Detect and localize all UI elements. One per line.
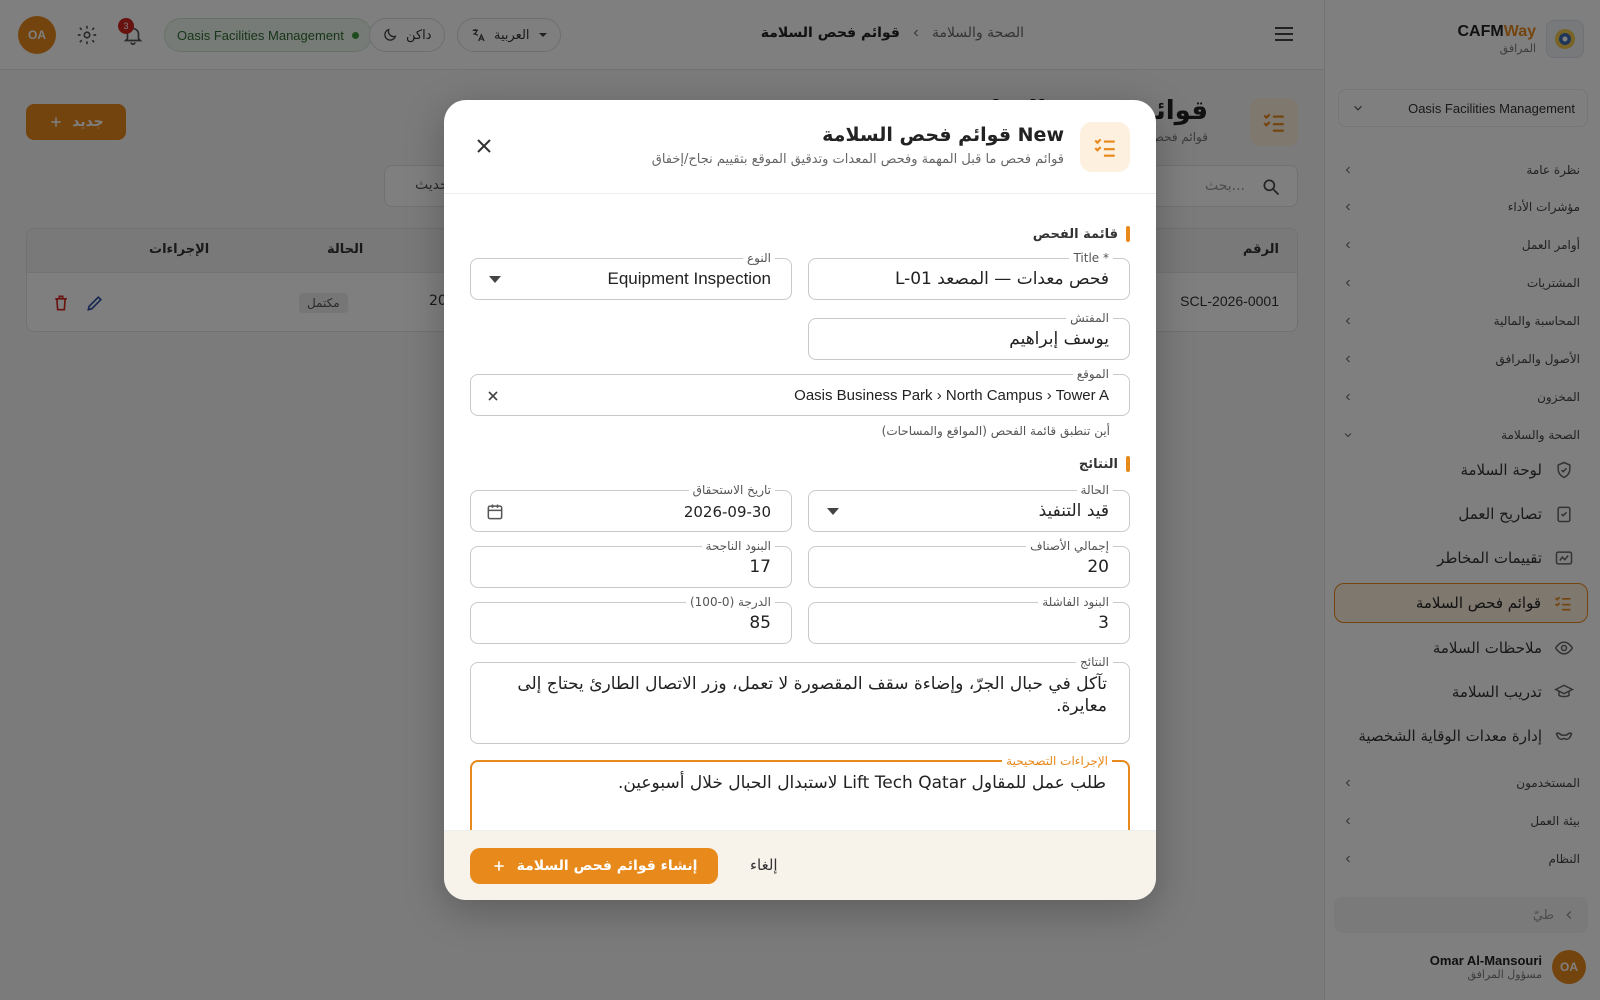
score-field[interactable]: الدرجة (0-100) 85 [470,594,792,644]
dialog-subtitle: قوائم فحص ما قبل المهمة وفحص المعدات وتد… [651,152,1064,167]
cancel-button[interactable]: إلغاء [750,856,778,874]
status-select[interactable]: الحالة قيد التنفيذ [808,482,1130,532]
calendar-icon[interactable] [485,502,505,522]
create-checklist-dialog: New قوائم فحص السلامة قوائم فحص ما قبل ا… [444,100,1156,900]
caret-down-icon [827,508,839,515]
dialog-title: New قوائم فحص السلامة [822,124,1064,146]
dialog-body: قائمة الفحص Title * فحص معدات — المصعد L… [444,194,1156,830]
due-date-field[interactable]: تاريخ الاستحقاق 2026-09-30 [470,482,792,532]
type-select[interactable]: النوع Equipment Inspection [470,250,792,300]
plus-icon [493,861,504,871]
create-checklist-button[interactable]: إنشاء قوائم فحص السلامة [470,848,718,884]
section-results: النتائج [1079,456,1130,472]
title-field[interactable]: Title * فحص معدات — المصعد L-01 [808,250,1130,300]
section-bar [1126,226,1130,242]
findings-textarea[interactable]: النتائج تآكل في حبال الجرّ، وإضاءة سقف ا… [470,654,1130,744]
location-field[interactable]: الموقع Oasis Business Park › North Campu… [470,366,1130,416]
dialog-footer: إنشاء قوائم فحص السلامة إلغاء [444,830,1156,900]
total-items-field[interactable]: إجمالي الأصناف 20 [808,538,1130,588]
dialog-header: New قوائم فحص السلامة قوائم فحص ما قبل ا… [444,100,1156,194]
close-button[interactable] [472,134,496,158]
checklist-icon [1094,138,1115,157]
corrective-actions-textarea[interactable]: الإجراءات التصحيحية طلب عمل للمقاول Lift… [470,753,1130,830]
passed-items-field[interactable]: البنود الناجحة 17 [470,538,792,588]
caret-down-icon [489,276,501,283]
inspector-field[interactable]: المفتش يوسف إبراهيم [808,310,1130,360]
location-helper-text: أين تنطبق قائمة الفحص (المواقع والمساحات… [881,424,1110,438]
section-bar [1126,456,1130,472]
close-icon [477,139,491,153]
dialog-icon [1080,122,1130,172]
clear-icon[interactable] [485,388,501,404]
section-checklist: قائمة الفحص [1033,226,1130,242]
failed-items-field[interactable]: البنود الفاشلة 3 [808,594,1130,644]
